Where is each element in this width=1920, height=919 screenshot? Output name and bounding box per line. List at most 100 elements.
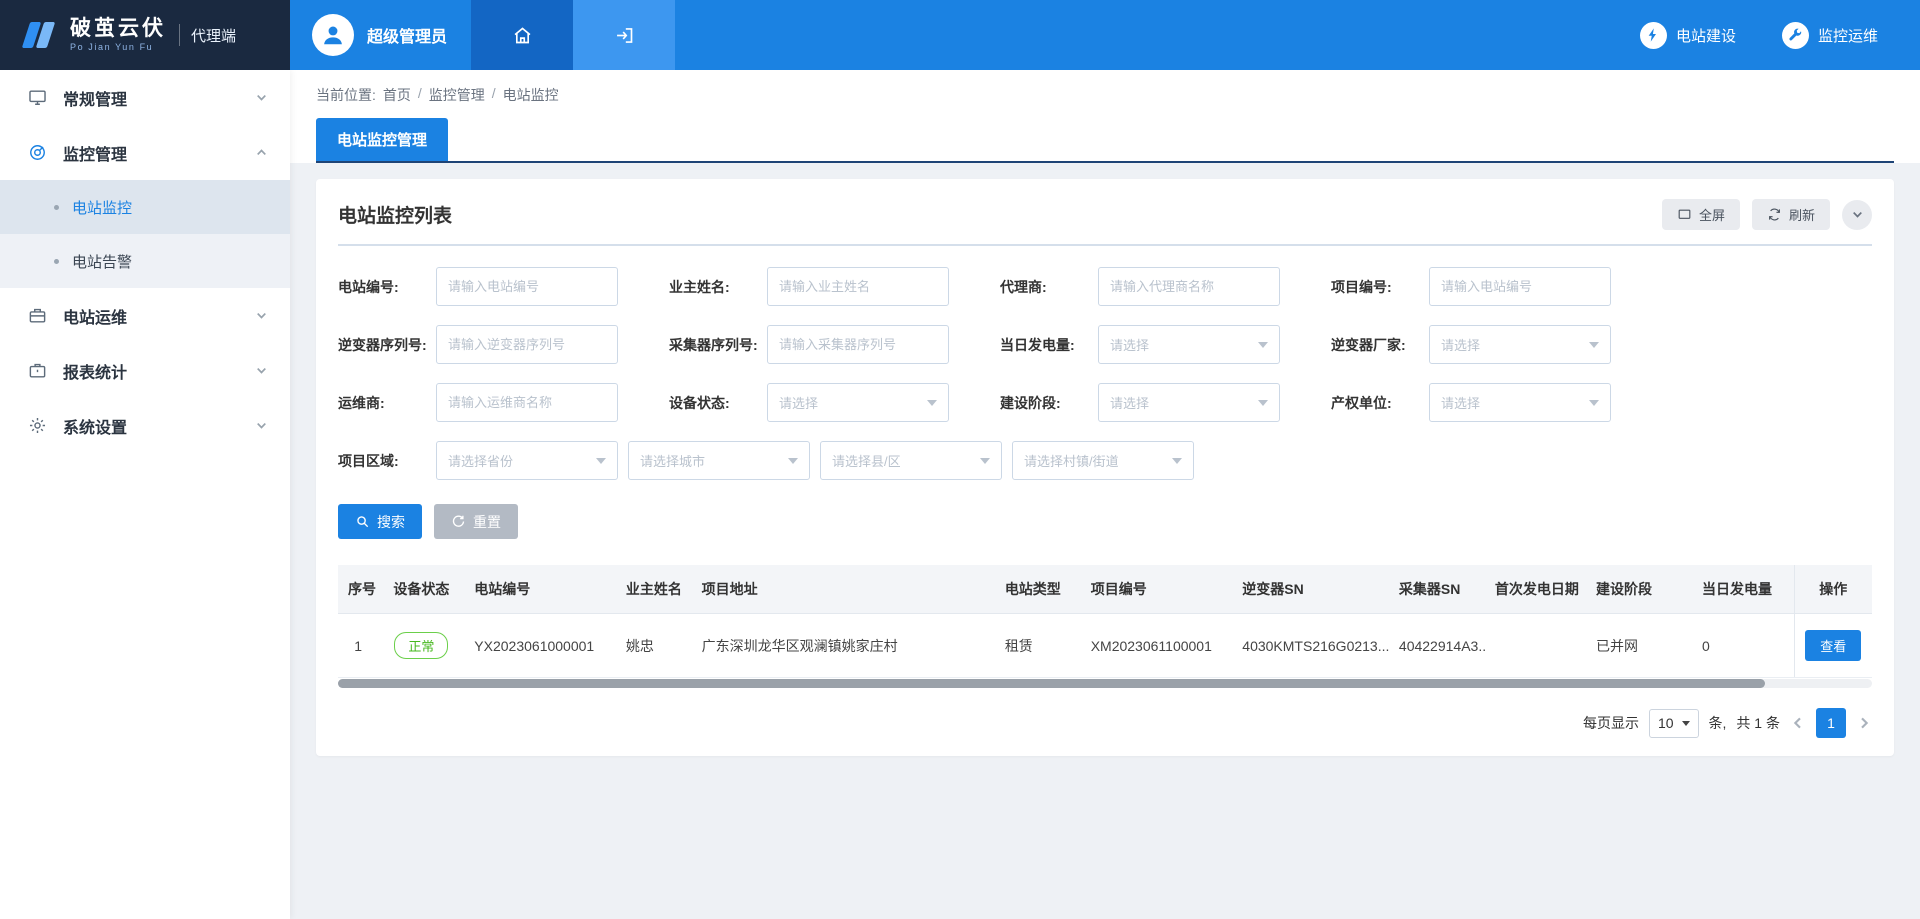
prev-page-button[interactable] xyxy=(1790,715,1806,731)
sidebar-subitem-station-monitor[interactable]: 电站监控 xyxy=(0,180,290,234)
column-header: 建设阶段 xyxy=(1586,565,1692,614)
region-select[interactable]: 请选择城市 xyxy=(628,441,810,480)
column-header: 首次发电日期 xyxy=(1485,565,1586,614)
breadcrumb-item[interactable]: 电站监控 xyxy=(503,85,559,105)
filter-select[interactable]: 请选择 xyxy=(767,383,949,422)
filter-input[interactable] xyxy=(767,267,949,306)
breadcrumb-separator: / xyxy=(418,85,422,105)
next-page-button[interactable] xyxy=(1856,715,1872,731)
sidebar-item-monitor-management[interactable]: 监控管理 xyxy=(0,125,290,180)
filter-select[interactable]: 请选择 xyxy=(1429,325,1611,364)
cell-action: 查看 xyxy=(1794,614,1872,678)
filter-label: 业主姓名: xyxy=(669,277,767,297)
panel-title: 电站监控列表 xyxy=(338,201,452,228)
filter-field: 逆变器序列号: xyxy=(338,325,669,364)
content-header: 当前位置: 首页/监控管理/电站监控 电站监控管理 xyxy=(290,70,1920,163)
column-header: 当日发电量 xyxy=(1692,565,1794,614)
cell-stage: 已并网 xyxy=(1586,614,1692,678)
filter-select[interactable]: 请选择 xyxy=(1429,383,1611,422)
home-button[interactable] xyxy=(471,0,573,70)
scrollbar-thumb[interactable] xyxy=(338,679,1765,688)
sidebar-item-label: 电站运维 xyxy=(63,304,255,328)
region-select[interactable]: 请选择村镇/街道 xyxy=(1012,441,1194,480)
logout-button[interactable] xyxy=(573,0,675,70)
view-button[interactable]: 查看 xyxy=(1805,630,1861,661)
column-header: 操作 xyxy=(1794,565,1872,614)
filter-select[interactable]: 请选择 xyxy=(1098,325,1280,364)
page-number-current[interactable]: 1 xyxy=(1816,708,1846,738)
chevron-down-icon xyxy=(1258,342,1268,348)
filter-label: 项目编号: xyxy=(1331,277,1429,297)
topbar-right-nav: 电站建设 监控运维 xyxy=(1640,0,1920,70)
column-header: 序号 xyxy=(338,565,378,614)
breadcrumb-item[interactable]: 首页 xyxy=(383,85,411,105)
per-page-select[interactable]: 10 xyxy=(1649,709,1699,738)
topbar: 破茧云伏 Po Jian Yun Fu 代理端 超级管理员 电站建设监控运维 xyxy=(0,0,1920,70)
logo-subtitle: Po Jian Yun Fu xyxy=(70,43,166,52)
sidebar-subitem-station-alarm[interactable]: 电站告警 xyxy=(0,234,290,288)
region-select[interactable]: 请选择省份 xyxy=(436,441,618,480)
user-name: 超级管理员 xyxy=(367,23,447,47)
total-count: 共 1 条 xyxy=(1736,713,1780,733)
filter-input[interactable] xyxy=(767,325,949,364)
sidebar-item-label: 监控管理 xyxy=(63,141,255,165)
filter-input[interactable] xyxy=(436,383,618,422)
refresh-button[interactable]: 刷新 xyxy=(1752,199,1830,230)
sidebar-item-system-settings[interactable]: 系统设置 xyxy=(0,398,290,453)
divider xyxy=(338,244,1872,246)
filter-label: 建设阶段: xyxy=(1000,393,1098,413)
per-page-value: 10 xyxy=(1658,715,1674,731)
refresh-icon xyxy=(1767,207,1782,222)
cell-inverter_sn: 4030KMTS216G0213... xyxy=(1232,614,1389,678)
cell-address: 广东深圳龙华区观澜镇姚家庄村 xyxy=(692,614,995,678)
filter-field: 代理商: xyxy=(1000,267,1331,306)
reset-label: 重置 xyxy=(473,512,501,532)
filter-actions: 搜索 重置 xyxy=(338,504,1872,539)
region-select[interactable]: 请选择县/区 xyxy=(820,441,1002,480)
sidebar-menu: 常规管理监控管理电站监控电站告警电站运维报表统计系统设置 xyxy=(0,70,290,453)
user-menu[interactable]: 超级管理员 xyxy=(290,0,471,70)
topnav-station-construction[interactable]: 电站建设 xyxy=(1640,22,1736,49)
divider xyxy=(179,24,180,46)
filter-grid: 电站编号:业主姓名:代理商:项目编号:逆变器序列号:采集器序列号:当日发电量:请… xyxy=(338,267,1872,422)
horizontal-scrollbar[interactable] xyxy=(338,679,1872,688)
filter-input[interactable] xyxy=(1098,267,1280,306)
filter-input[interactable] xyxy=(1429,267,1611,306)
search-button[interactable]: 搜索 xyxy=(338,504,422,539)
filter-field: 运维商: xyxy=(338,383,669,422)
filter-field: 采集器序列号: xyxy=(669,325,1000,364)
tab-station-monitor-management[interactable]: 电站监控管理 xyxy=(316,118,448,161)
chevron-down-icon xyxy=(1682,721,1690,726)
sidebar-item-general-management[interactable]: 常规管理 xyxy=(0,70,290,125)
station-table: 序号设备状态电站编号业主姓名项目地址电站类型项目编号逆变器SN采集器SN首次发电… xyxy=(338,565,1872,688)
sidebar-subitem-label: 电站告警 xyxy=(72,251,132,272)
fullscreen-label: 全屏 xyxy=(1699,205,1725,224)
chevron-down-icon xyxy=(255,91,268,104)
bullet-icon xyxy=(54,259,59,264)
avatar xyxy=(312,14,354,56)
fullscreen-button[interactable]: 全屏 xyxy=(1662,199,1740,230)
filter-field: 当日发电量:请选择 xyxy=(1000,325,1331,364)
filter-select[interactable]: 请选择 xyxy=(1098,383,1280,422)
filter-label: 逆变器序列号: xyxy=(338,335,436,355)
filter-label: 项目区域: xyxy=(338,451,436,471)
sidebar-item-report-statistics[interactable]: 报表统计 xyxy=(0,343,290,398)
filter-input[interactable] xyxy=(436,325,618,364)
sidebar-item-station-operation[interactable]: 电站运维 xyxy=(0,288,290,343)
breadcrumb-item[interactable]: 监控管理 xyxy=(429,85,485,105)
chevron-down-icon xyxy=(255,419,268,432)
filter-input[interactable] xyxy=(436,267,618,306)
topnav-monitor-operation[interactable]: 监控运维 xyxy=(1782,22,1878,49)
chevron-down-icon xyxy=(788,458,798,464)
filter-label: 设备状态: xyxy=(669,393,767,413)
search-icon xyxy=(355,514,370,529)
monitor-icon xyxy=(28,88,48,108)
table-body: 1正常YX2023061000001姚忠广东深圳龙华区观澜镇姚家庄村租赁XM20… xyxy=(338,614,1872,678)
briefcase-icon xyxy=(28,361,48,381)
collapse-button[interactable] xyxy=(1842,200,1872,230)
reset-button[interactable]: 重置 xyxy=(434,504,518,539)
logout-icon xyxy=(614,25,635,46)
cell-index: 1 xyxy=(338,614,378,678)
column-header: 电站编号 xyxy=(464,565,616,614)
cell-project_no: XM2023061100001 xyxy=(1081,614,1233,678)
